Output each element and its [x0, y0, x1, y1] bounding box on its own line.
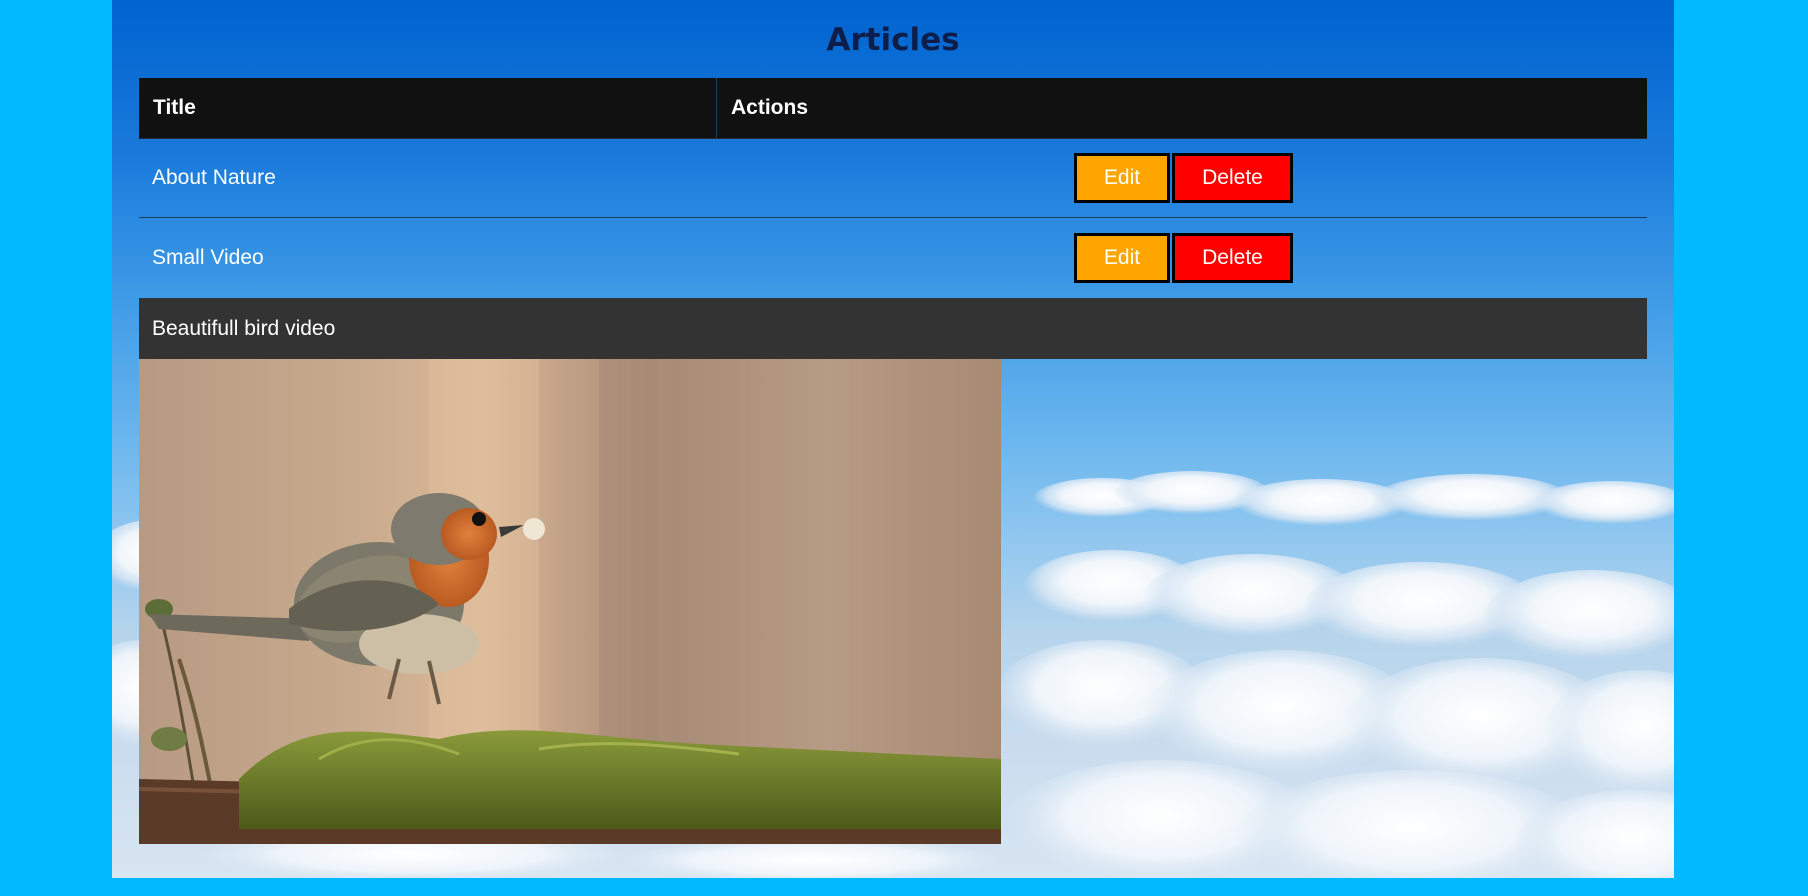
table-header: Title Actions: [139, 78, 1647, 139]
row-actions: Edit Delete: [717, 153, 1647, 203]
article-title: About Nature: [152, 166, 276, 189]
edit-button[interactable]: Edit: [1074, 153, 1170, 203]
video-caption-bar: Beautifull bird video: [139, 298, 1647, 359]
delete-button[interactable]: Delete: [1172, 233, 1293, 283]
table-row: About Nature Edit Delete: [139, 139, 1647, 218]
row-actions: Edit Delete: [717, 233, 1647, 283]
column-header-actions: Actions: [731, 96, 809, 119]
delete-button[interactable]: Delete: [1172, 153, 1293, 203]
video-caption: Beautifull bird video: [152, 316, 336, 340]
column-header-title: Title: [139, 78, 717, 138]
bird-video[interactable]: [139, 359, 1001, 844]
bird-video-frame: [139, 359, 1001, 844]
articles-table: Title Actions About Nature Edit Delete S…: [139, 78, 1647, 298]
edit-button[interactable]: Edit: [1074, 233, 1170, 283]
page-title: Articles: [826, 22, 960, 58]
table-row: Small Video Edit Delete: [139, 218, 1647, 298]
article-title: Small Video: [152, 246, 264, 269]
page-container: Articles Title Actions About Nature Edit…: [112, 0, 1674, 878]
